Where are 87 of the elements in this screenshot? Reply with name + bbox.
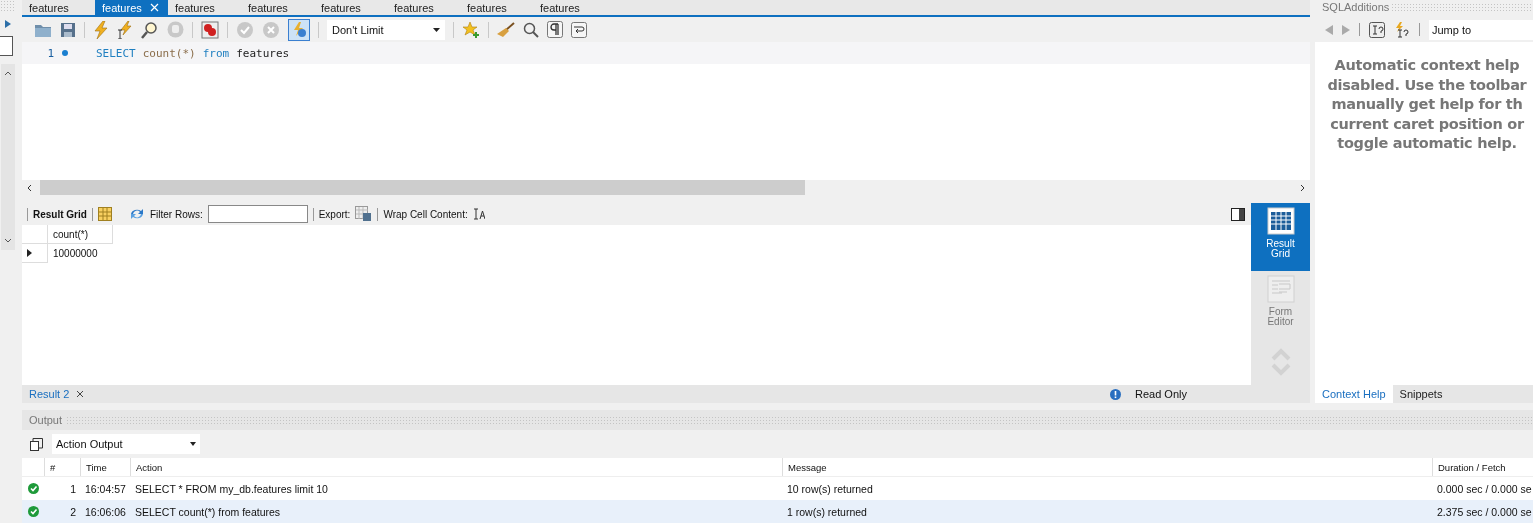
- code-token: count(*): [142, 46, 196, 60]
- star-add-icon[interactable]: [462, 20, 480, 39]
- grid-icon: [1266, 207, 1295, 235]
- check-icon[interactable]: [236, 20, 254, 39]
- search-icon[interactable]: [523, 21, 539, 38]
- read-only-label: Read Only: [1135, 388, 1187, 400]
- manual-help-icon[interactable]: [1369, 21, 1385, 38]
- editor-tab[interactable]: features: [387, 0, 460, 15]
- column-header[interactable]: Message: [782, 458, 1432, 476]
- editor-tab[interactable]: features: [22, 0, 95, 15]
- output-mode-dropdown[interactable]: Action Output: [52, 434, 200, 454]
- table-cell-text: SELECT * FROM my_db.features limit 10: [134, 482, 329, 495]
- refresh-icon[interactable]: [128, 207, 145, 221]
- export-label: Export:: [318, 208, 351, 220]
- scroll-right-icon[interactable]: [1298, 183, 1306, 192]
- success-icon: [27, 506, 39, 517]
- result-tab[interactable]: Result 2: [22, 385, 92, 403]
- save-icon[interactable]: [60, 21, 76, 38]
- code-token: features: [236, 46, 290, 60]
- column-header[interactable]: #: [44, 458, 80, 476]
- table-cell-text: SELECT count(*) from features: [134, 505, 282, 518]
- column-header[interactable]: Time: [80, 458, 130, 476]
- pilcrow-icon[interactable]: [547, 21, 563, 38]
- broom-icon[interactable]: [497, 21, 515, 38]
- export-icon[interactable]: [355, 206, 373, 222]
- jump-to-field[interactable]: Jump to: [1429, 19, 1533, 40]
- row-pointer-icon: [27, 249, 32, 257]
- table-cell-text: 1: [69, 482, 77, 495]
- editor-tab[interactable]: features: [241, 0, 314, 15]
- filter-rows-label: Filter Rows:: [149, 208, 203, 220]
- success-icon: [27, 483, 39, 494]
- magnifier-icon[interactable]: [141, 20, 159, 39]
- panel-toggle-icon[interactable]: [1231, 207, 1245, 221]
- code-token: SELECT: [96, 46, 136, 60]
- autocommit-toggle[interactable]: [288, 18, 310, 41]
- editor-tab[interactable]: features: [95, 0, 168, 15]
- code-token: from: [202, 46, 230, 60]
- lightning-icon[interactable]: [93, 20, 109, 39]
- editor-tab[interactable]: features: [168, 0, 241, 15]
- table-cell-text: 0.000 sec / 0.000 se: [1436, 482, 1533, 495]
- table-cell-text: 16:04:57: [84, 482, 127, 495]
- output-title: Output: [29, 414, 63, 426]
- scroll-down-icon[interactable]: [4, 238, 12, 244]
- result-grid-label: Result Grid: [33, 208, 87, 220]
- arrow-icon[interactable]: [5, 20, 11, 28]
- editor-tab[interactable]: features: [533, 0, 606, 15]
- editor-tab[interactable]: features: [460, 0, 533, 15]
- filter-rows-field[interactable]: [207, 205, 308, 223]
- sql-editor[interactable]: 1 SELECT count(*) from features: [22, 42, 1310, 180]
- auto-help-icon[interactable]: [1394, 21, 1410, 38]
- editor-tab[interactable]: features: [314, 0, 387, 15]
- grid-layout-icon[interactable]: [97, 207, 112, 221]
- panel-tab[interactable]: Context Help: [1315, 385, 1393, 403]
- output-row[interactable]: 1 16:04:57 SELECT * FROM my_db.features limit 10 10 row(s) returned 0.000 sec / 0.000 se: [22, 477, 1533, 500]
- table-cell-text: 16:06:06: [84, 505, 127, 518]
- table-cell-text: 10000000: [52, 247, 99, 261]
- table-cell-text: 10 row(s) returned: [786, 482, 874, 495]
- statement-dot-icon: [62, 50, 68, 56]
- info-icon: [1110, 388, 1121, 400]
- view-button[interactable]: Form Editor: [1251, 271, 1310, 339]
- limit-dropdown[interactable]: Don't Limit: [327, 19, 445, 40]
- panel-title: SQLAdditions: [1322, 1, 1390, 13]
- scrollbar[interactable]: [1, 64, 15, 250]
- table-cell-text: 1 row(s) returned: [786, 505, 868, 518]
- context-help-text: Automatic context help disabled. Use the toolbar manually get help for th current caret position or toggle automatic help.: [1326, 56, 1528, 153]
- lightning-cursor-icon[interactable]: [117, 20, 133, 39]
- column-header[interactable]: Duration / Fetch: [1432, 458, 1533, 476]
- caret-icon: [190, 442, 196, 446]
- form-icon: [1266, 275, 1295, 303]
- wrap-cell-content-label: Wrap Cell Content:: [383, 208, 468, 220]
- input-field[interactable]: [0, 36, 13, 56]
- scroll-up-icon[interactable]: [4, 70, 12, 76]
- panel-tab[interactable]: Snippets: [1392, 385, 1450, 403]
- table-cell-text: 2: [69, 505, 77, 518]
- output-row[interactable]: 2 16:06:06 SELECT count(*) from features 1 row(s) returned 2.375 sec / 0.000 se: [22, 500, 1533, 523]
- scroll-left-icon[interactable]: [26, 183, 34, 192]
- error-toggle-icon[interactable]: [201, 20, 219, 39]
- column-header[interactable]: count(*): [48, 225, 113, 244]
- column-header[interactable]: Action: [130, 458, 782, 476]
- view-button[interactable]: Result Grid: [1251, 203, 1310, 271]
- line-number: 1: [46, 46, 54, 60]
- table-cell-text: 2.375 sec / 0.000 se: [1436, 505, 1533, 518]
- copy-icon[interactable]: [30, 437, 43, 451]
- wrap-icon[interactable]: [571, 21, 587, 38]
- text-wrap-icon[interactable]: [472, 208, 485, 220]
- caret-icon: [433, 27, 440, 32]
- close-icon[interactable]: [76, 390, 85, 398]
